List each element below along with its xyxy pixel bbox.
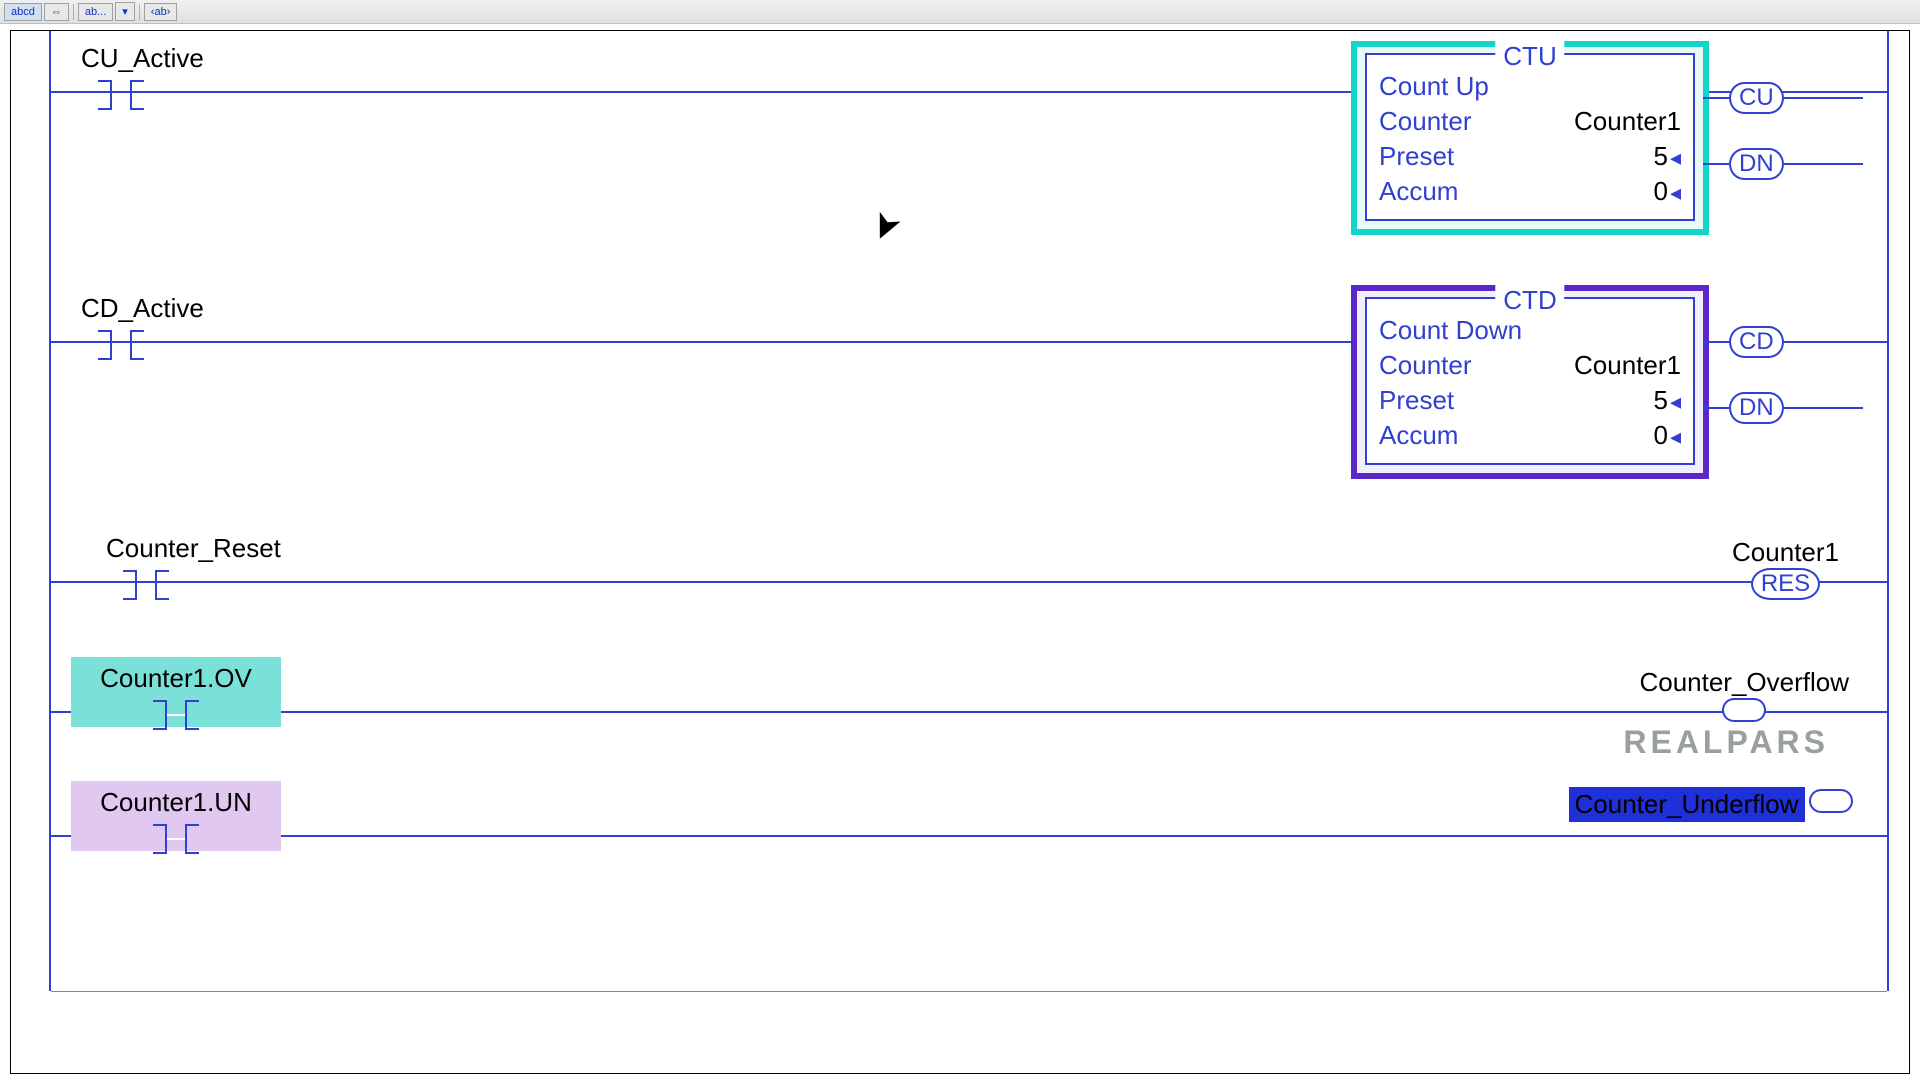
contact-cd-active[interactable]: CD_Active [81, 293, 161, 363]
rung-wire [51, 581, 1887, 583]
contact-bracket-right-icon [155, 570, 169, 600]
contact-label: CU_Active [81, 43, 161, 74]
contact-label: Counter_Reset [106, 533, 186, 564]
instr-title-abbrev: CTU [1495, 41, 1564, 72]
instr-counter-label: Counter [1379, 104, 1472, 139]
toolbar-btn-abcd[interactable]: abcd [4, 3, 42, 21]
output-dn-coil: DN [1729, 392, 1784, 424]
overflow-coil[interactable]: Counter_Overflow [1639, 667, 1849, 727]
underflow-coil[interactable]: Counter_Underflow [1569, 787, 1853, 822]
rung-wire [51, 711, 1887, 713]
toolbar-btn-tag[interactable]: ‹ab› [144, 3, 178, 21]
contact-bracket-right-icon [130, 80, 144, 110]
toolbar-separator [139, 4, 140, 20]
rung-1[interactable]: CD_Active CTD Count Down Counter Counter1… [11, 261, 1909, 501]
contact-bracket-left-icon [98, 80, 112, 110]
instr-preset-val[interactable]: 5 [1653, 385, 1667, 415]
contact-counter1-un[interactable]: Counter1.UN [71, 781, 281, 851]
res-coil[interactable]: Counter1 RES [1732, 537, 1839, 600]
watermark: REALPARS [1623, 724, 1829, 761]
instr-title-abbrev: CTD [1495, 285, 1564, 316]
contact-bracket-left-icon [123, 570, 137, 600]
toolbar-btn-arrows[interactable]: ⇔ [44, 3, 69, 21]
instr-accum-label: Accum [1379, 174, 1458, 209]
instr-name: Count Down [1379, 313, 1522, 348]
contact-bracket-left-icon [98, 330, 112, 360]
instr-preset-label: Preset [1379, 139, 1454, 174]
contact-bracket-right-icon [185, 700, 199, 730]
contact-counter-reset[interactable]: Counter_Reset [106, 533, 186, 603]
toolbar-btn-ab[interactable]: ab... [78, 3, 113, 21]
end-divider [51, 991, 1887, 992]
coil-icon [1722, 698, 1766, 722]
rung-wire [51, 835, 1887, 837]
rung-4[interactable]: Counter1.UN Counter_Underflow [11, 761, 1909, 911]
coil-tag: Counter_Overflow [1639, 667, 1849, 698]
toolbar-dropdown-icon[interactable]: ▾ [115, 2, 135, 21]
contact-cu-active[interactable]: CU_Active [81, 43, 161, 113]
instr-counter-val[interactable]: Counter1 [1574, 348, 1681, 383]
toolbar-separator [73, 4, 74, 20]
contact-bracket-left-icon [153, 700, 167, 730]
contact-label: Counter1.UN [81, 787, 271, 818]
contact-bracket-right-icon [185, 824, 199, 854]
contact-label: Counter1.OV [81, 663, 271, 694]
instr-accum-label: Accum [1379, 418, 1458, 453]
instr-preset-label: Preset [1379, 383, 1454, 418]
contact-bracket-left-icon [153, 824, 167, 854]
rung-2[interactable]: Counter_Reset Counter1 RES [11, 501, 1909, 631]
coil-icon [1809, 789, 1853, 813]
contact-counter1-ov[interactable]: Counter1.OV [71, 657, 281, 727]
instr-accum-val[interactable]: 0 [1653, 420, 1667, 450]
coil-tag: Counter1 [1732, 537, 1839, 568]
ctd-instruction[interactable]: CTD Count Down CounterCounter1 Preset5◂ … [1351, 285, 1709, 479]
instr-name: Count Up [1379, 69, 1489, 104]
contact-bracket-right-icon [130, 330, 144, 360]
res-coil-text: RES [1751, 568, 1820, 600]
toolbar: abcd ⇔ ab... ▾ ‹ab› [0, 0, 1920, 24]
ladder-editor[interactable]: CU_Active CTU Count Up Counter Counter1 P… [10, 30, 1910, 1074]
instr-accum-val[interactable]: 0 [1653, 176, 1667, 206]
instr-counter-val[interactable]: Counter1 [1574, 104, 1681, 139]
ctu-instruction[interactable]: CTU Count Up CounterCounter1 Preset5◂ Ac… [1351, 41, 1709, 235]
contact-label: CD_Active [81, 293, 161, 324]
instr-preset-val[interactable]: 5 [1653, 141, 1667, 171]
rung-0[interactable]: CU_Active CTU Count Up Counter Counter1 P… [11, 31, 1909, 261]
output-cd-coil: CD [1729, 326, 1784, 358]
coil-tag-selected[interactable]: Counter_Underflow [1569, 787, 1805, 822]
output-dn-coil: DN [1729, 148, 1784, 180]
instr-counter-label: Counter [1379, 348, 1472, 383]
output-cu-coil: CU [1729, 82, 1784, 114]
